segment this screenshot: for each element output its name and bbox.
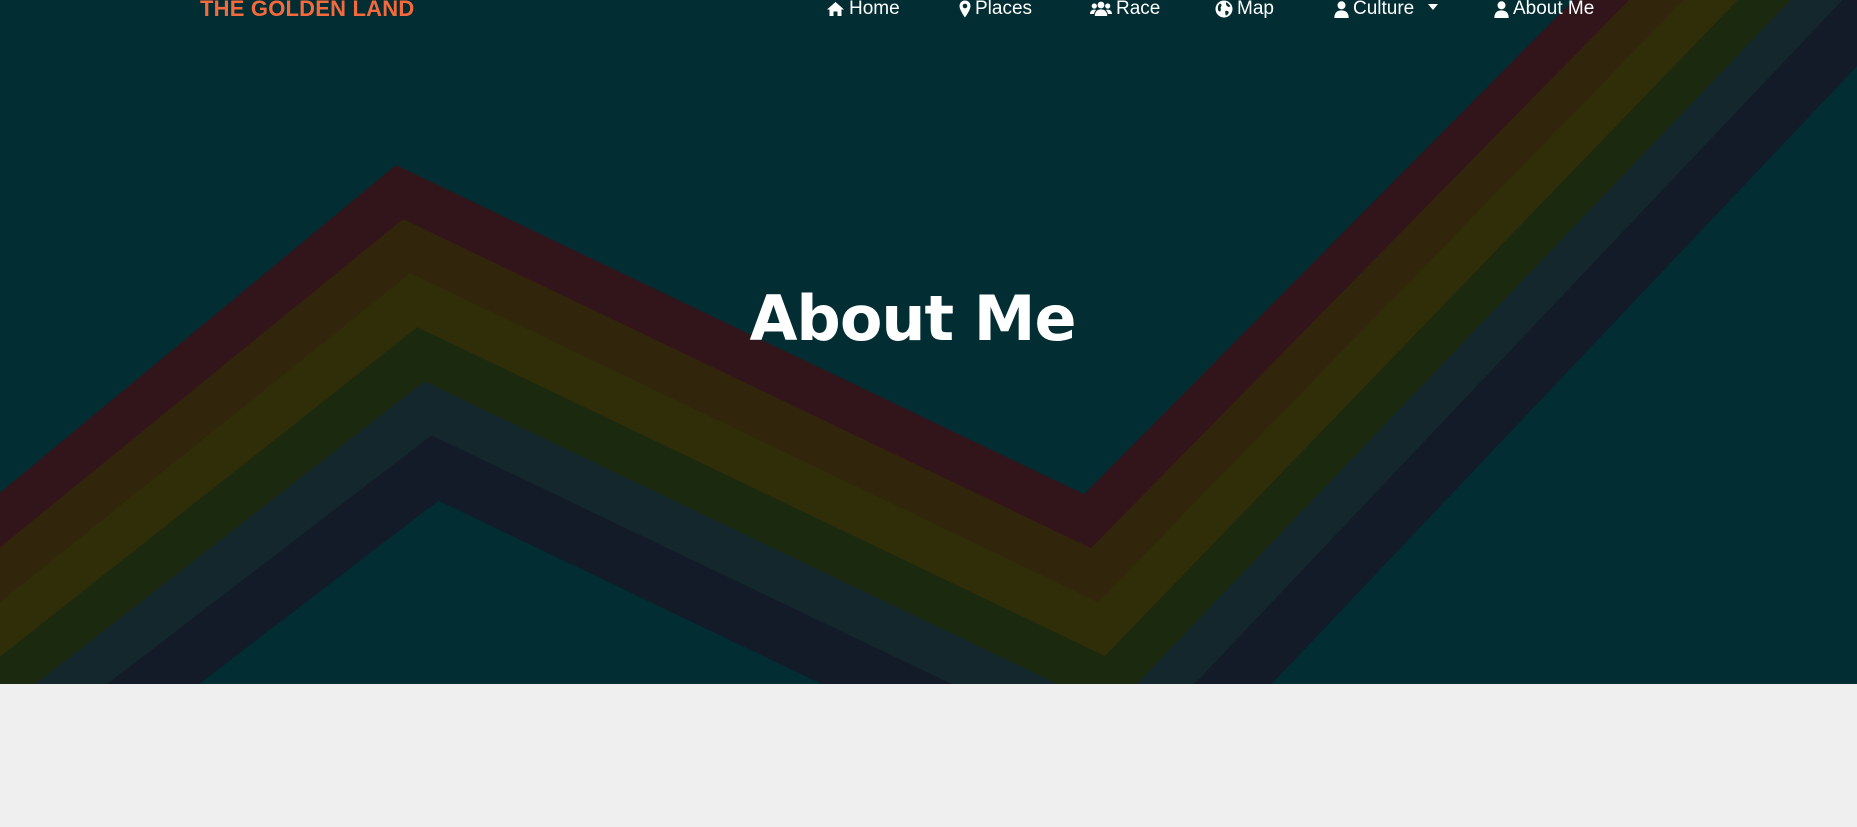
nav-race[interactable]: Race [1090,0,1160,21]
home-icon [826,1,845,17]
nav-home-label: Home [849,0,900,19]
chevron-down-icon [1428,4,1439,10]
top-navbar: THE GOLDEN LAND Home Places Race Map Cul… [0,0,1857,22]
user-icon [1334,0,1349,18]
globe-icon [1215,0,1233,18]
nav-map-label: Map [1237,0,1274,19]
page-title: About Me [749,282,1076,355]
nav-places-label: Places [975,0,1033,19]
user-icon [1494,0,1509,18]
nav-places[interactable]: Places [959,0,1032,21]
page-content [0,684,1857,827]
map-marker-icon [959,0,971,18]
nav-culture-label: Culture [1353,0,1415,19]
nav-culture-dropdown[interactable]: Culture [1334,0,1439,21]
nav-about[interactable]: About Me [1494,0,1594,21]
nav-home[interactable]: Home [826,0,900,21]
hero-banner: THE GOLDEN LAND Home Places Race Map Cul… [0,0,1857,684]
brand-logo[interactable]: THE GOLDEN LAND [200,0,414,21]
users-icon [1090,1,1112,17]
nav-map[interactable]: Map [1215,0,1274,21]
nav-about-label: About Me [1513,0,1595,19]
nav-race-label: Race [1116,0,1161,19]
